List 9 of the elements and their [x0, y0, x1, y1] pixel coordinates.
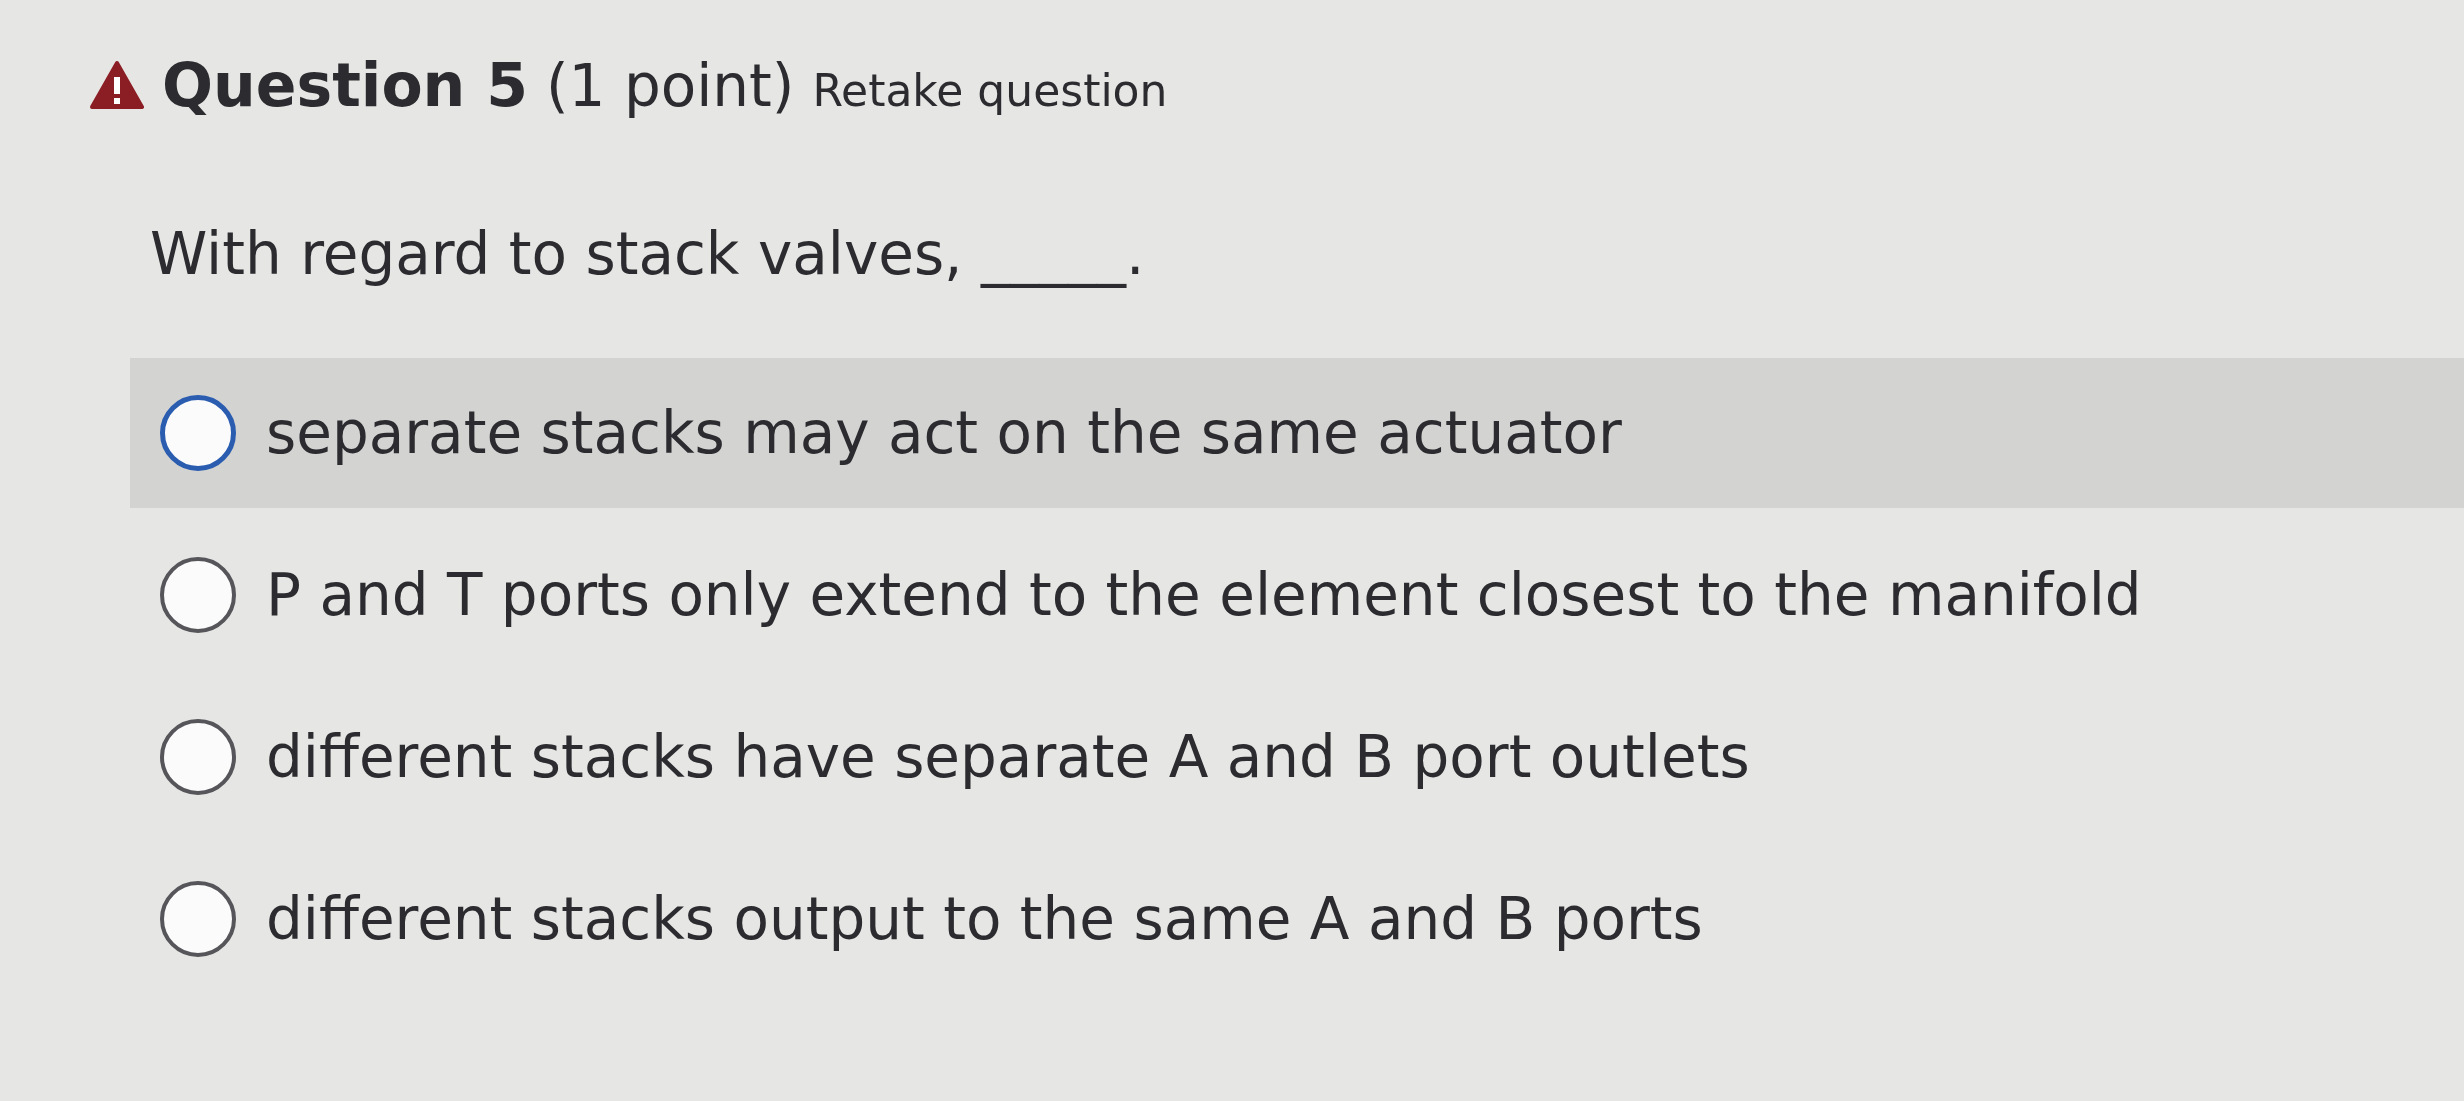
points-label: (1 point)	[545, 52, 795, 120]
option-label[interactable]: separate stacks may act on the same actuator	[266, 399, 1622, 467]
question-title: Question 5	[162, 50, 528, 120]
answer-option-highlight[interactable]: separate stacks may act on the same actuator	[130, 358, 2464, 508]
option-label[interactable]: P and T ports only extend to the element closest to the manifold	[266, 561, 2142, 629]
question-text: With regard to stack valves, _____.	[150, 220, 1146, 288]
option-label[interactable]: different stacks output to the same A and B ports	[266, 885, 1703, 953]
retake-link[interactable]: Retake question	[812, 65, 1168, 116]
option-label[interactable]: different stacks have separate A and B port outlets	[266, 723, 1750, 791]
